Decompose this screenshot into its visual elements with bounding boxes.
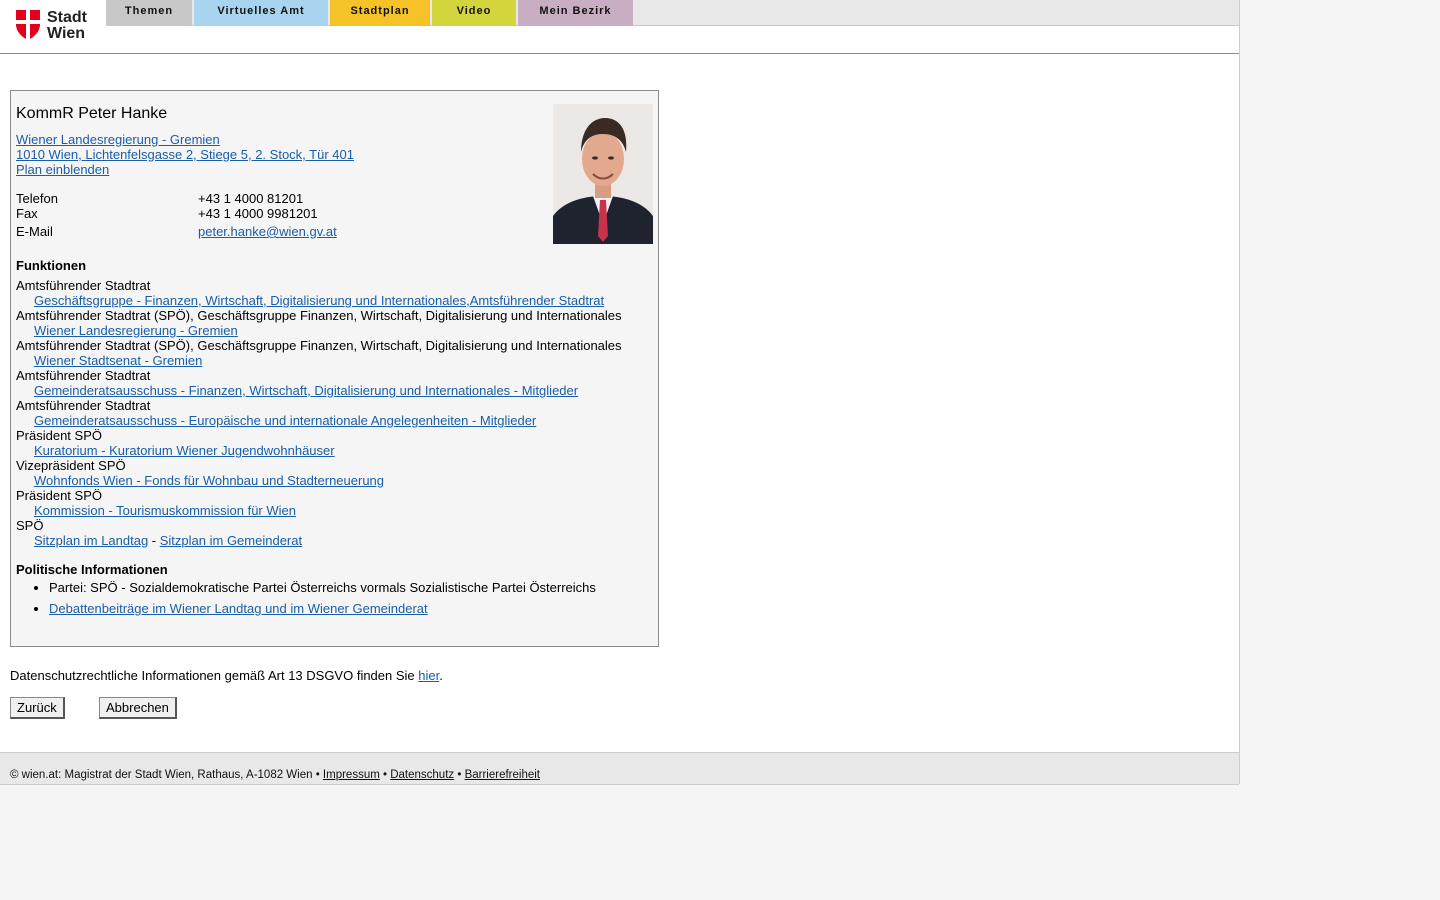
footer-separator: • — [454, 769, 465, 781]
cancel-button[interactable]: Abbrechen — [99, 697, 177, 719]
party-info: Partei: SPÖ - Sozialdemokratische Partei… — [49, 580, 596, 595]
person-photo — [553, 104, 653, 244]
logo-text-wien: Wien — [47, 25, 86, 42]
datenschutz-link[interactable]: Datenschutz — [390, 769, 454, 781]
function-link[interactable]: Kuratorium - Kuratorium Wiener Jugendwoh… — [34, 443, 335, 458]
tab-video[interactable]: Video — [432, 0, 516, 26]
header: Stadt Wien Themen Virtuelles Amt Stadtpl… — [0, 0, 1239, 54]
function-link[interactable]: Wohnfonds Wien - Fonds für Wohnbau und S… — [34, 473, 384, 488]
function-link[interactable]: Kommission - Tourismuskommission für Wie… — [34, 503, 296, 518]
email-link[interactable]: peter.hanke@wien.gv.at — [198, 224, 337, 239]
privacy-text: Datenschutzrechtliche Informationen gemä… — [10, 668, 419, 683]
function-role: Amtsführender Stadtrat (SPÖ), Geschäftsg… — [16, 338, 622, 353]
page: Stadt Wien Themen Virtuelles Amt Stadtpl… — [0, 0, 1240, 785]
political-info-list: Partei: SPÖ - Sozialdemokratische Partei… — [16, 580, 596, 622]
plan-link[interactable]: Plan einblenden — [16, 162, 109, 177]
seating-plan-row: Sitzplan im Landtag - Sitzplan im Gemein… — [34, 533, 302, 548]
contact-label-phone: Telefon — [16, 191, 58, 206]
function-link[interactable]: Wiener Stadtsenat - Gremien — [34, 353, 202, 368]
tab-stadtplan[interactable]: Stadtplan — [330, 0, 430, 26]
person-name: KommR Peter Hanke — [16, 105, 168, 122]
contact-label-fax: Fax — [16, 206, 38, 221]
tab-label: Stadtplan — [350, 5, 410, 17]
vienna-shield-icon — [16, 10, 40, 40]
tab-virtuelles-amt[interactable]: Virtuelles Amt — [194, 0, 328, 26]
tab-label: Themen — [124, 5, 174, 17]
function-role: Präsident SPÖ — [16, 428, 102, 443]
function-role: Amtsführender Stadtrat — [16, 278, 151, 293]
address-link[interactable]: 1010 Wien, Lichtenfelsgasse 2, Stiege 5,… — [16, 147, 354, 162]
footer: © wien.at: Magistrat der Stadt Wien, Rat… — [0, 752, 1239, 785]
seating-plan-separator: - — [148, 533, 160, 548]
privacy-end: . — [439, 668, 443, 683]
person-card: KommR Peter Hanke Wiener Landesregierung… — [10, 90, 659, 647]
function-link[interactable]: Gemeinderatsausschuss - Finanzen, Wirtsc… — [34, 383, 578, 398]
function-role: Vizepräsident SPÖ — [16, 458, 126, 473]
footer-text: © wien.at: Magistrat der Stadt Wien, Rat… — [10, 769, 540, 781]
logo-text-stadt: Stadt — [47, 9, 87, 26]
footer-copyright: © wien.at: Magistrat der Stadt Wien, Rat… — [10, 769, 323, 781]
contact-label-email: E-Mail — [16, 224, 53, 239]
portrait-image — [553, 104, 653, 244]
seating-plan-landtag-link[interactable]: Sitzplan im Landtag — [34, 533, 148, 548]
org-link[interactable]: Wiener Landesregierung - Gremien — [16, 132, 220, 147]
debate-contributions-link[interactable]: Debattenbeiträge im Wiener Landtag und i… — [49, 601, 428, 616]
privacy-notice: Datenschutzrechtliche Informationen gemä… — [10, 668, 443, 683]
tab-mein-bezirk[interactable]: Mein Bezirk — [518, 0, 633, 26]
function-role: Präsident SPÖ — [16, 488, 102, 503]
privacy-link[interactable]: hier — [418, 668, 439, 683]
tab-label: Video — [456, 5, 492, 17]
political-heading: Politische Informationen — [16, 562, 168, 577]
barrierefreiheit-link[interactable]: Barrierefreiheit — [465, 769, 540, 781]
tab-label: Mein Bezirk — [539, 5, 612, 17]
tab-themen[interactable]: Themen — [106, 0, 192, 26]
function-link[interactable]: Wiener Landesregierung - Gremien — [34, 323, 238, 338]
function-role: Amtsführender Stadtrat (SPÖ), Geschäftsg… — [16, 308, 622, 323]
list-item: Debattenbeiträge im Wiener Landtag und i… — [49, 601, 596, 616]
contact-value-phone: +43 1 4000 81201 — [198, 191, 304, 206]
impressum-link[interactable]: Impressum — [323, 769, 380, 781]
stadt-wien-logo[interactable]: Stadt Wien — [16, 9, 91, 42]
party-role: SPÖ — [16, 518, 44, 533]
tab-label: Virtuelles Amt — [217, 5, 305, 17]
function-role: Amtsführender Stadtrat — [16, 398, 151, 413]
function-role: Amtsführender Stadtrat — [16, 368, 151, 383]
footer-separator: • — [379, 769, 391, 781]
contact-value-fax: +43 1 4000 9981201 — [198, 206, 318, 221]
back-button[interactable]: Zurück — [10, 697, 65, 719]
function-link[interactable]: Gemeinderatsausschuss - Europäische und … — [34, 413, 536, 428]
functions-heading: Funktionen — [16, 258, 87, 273]
seating-plan-gemeinderat-link[interactable]: Sitzplan im Gemeinderat — [160, 533, 302, 548]
function-link[interactable]: Geschäftsgruppe - Finanzen, Wirtschaft, … — [34, 293, 604, 308]
